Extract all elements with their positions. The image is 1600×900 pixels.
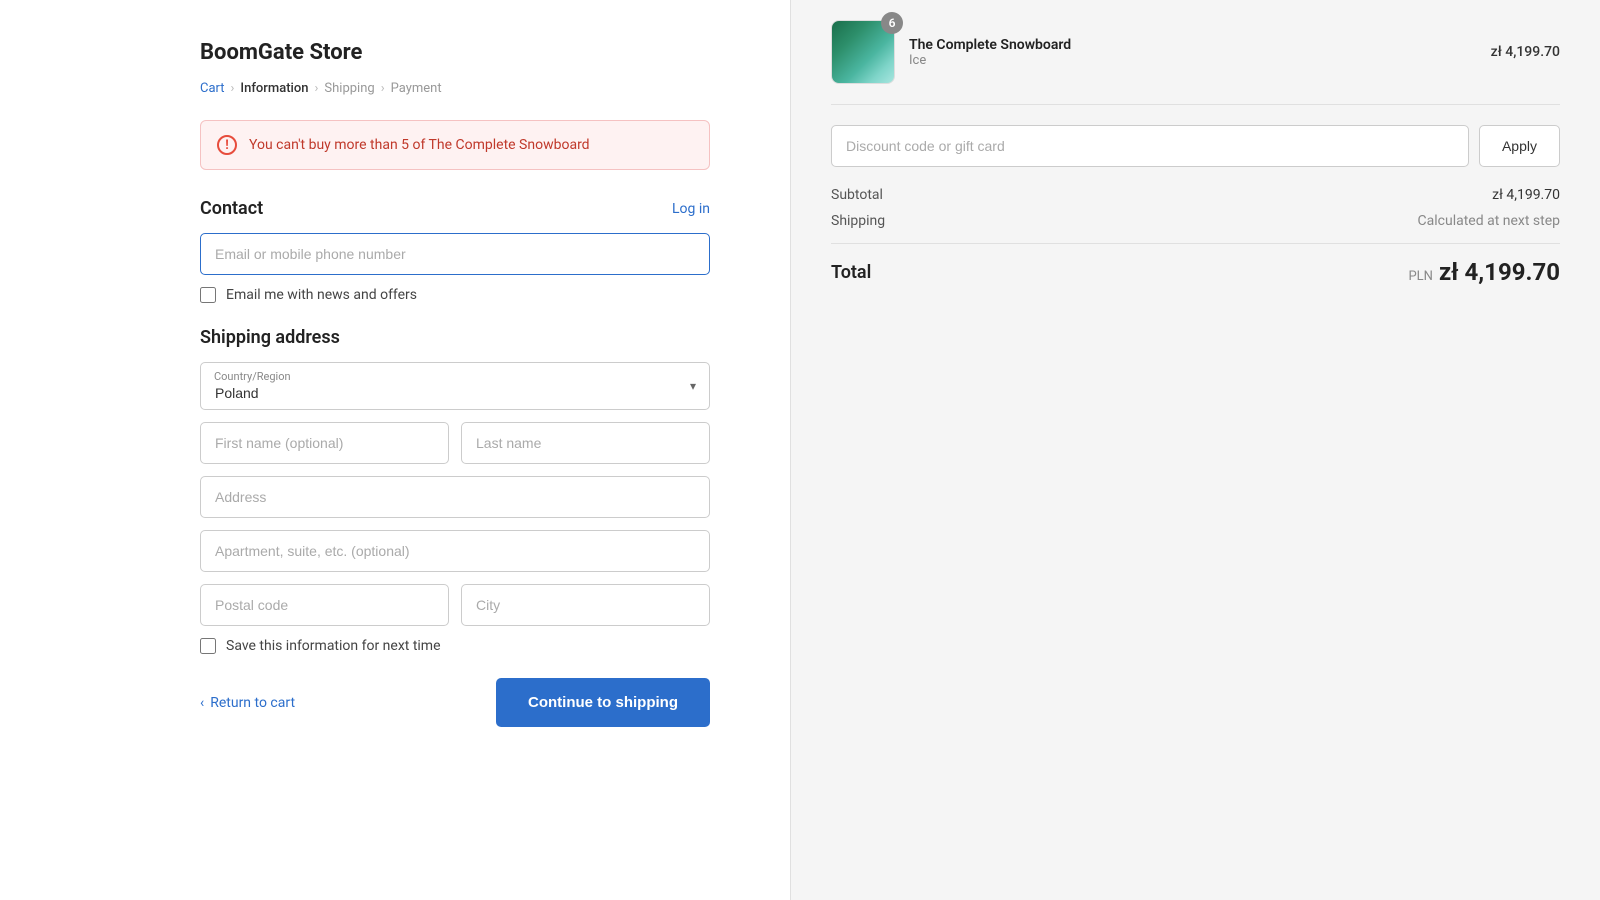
return-label: Return to cart (210, 695, 295, 711)
subtotal-label: Subtotal (831, 187, 883, 203)
total-amount: PLN zł 4,199.70 (1408, 258, 1560, 286)
checkout-form-panel: BoomGate Store Cart › Information › Ship… (0, 0, 790, 900)
breadcrumb-sep-1: › (231, 81, 235, 96)
return-to-cart-link[interactable]: ‹ Return to cart (200, 695, 295, 711)
shipping-title: Shipping address (200, 327, 710, 348)
breadcrumb-sep-3: › (381, 81, 385, 96)
newsletter-checkbox[interactable] (200, 287, 216, 303)
shipping-label: Shipping (831, 213, 885, 229)
breadcrumb-payment: Payment (391, 81, 442, 96)
shipping-row: Shipping Calculated at next step (831, 213, 1560, 229)
newsletter-row: Email me with news and offers (200, 287, 710, 303)
product-info: The Complete Snowboard Ice (909, 37, 1477, 68)
product-variant: Ice (909, 53, 1477, 68)
apartment-input[interactable] (200, 530, 710, 572)
breadcrumb-sep-2: › (315, 81, 319, 96)
continue-to-shipping-button[interactable]: Continue to shipping (496, 678, 710, 727)
total-value: zł 4,199.70 (1439, 258, 1560, 286)
log-in-link[interactable]: Log in (672, 201, 710, 217)
total-row: Total PLN zł 4,199.70 (831, 243, 1560, 286)
save-info-row: Save this information for next time (200, 638, 710, 654)
contact-title: Contact (200, 198, 263, 219)
total-currency: PLN (1408, 269, 1432, 284)
newsletter-label: Email me with news and offers (226, 287, 417, 303)
subtotal-value: zł 4,199.70 (1492, 187, 1560, 203)
city-input[interactable] (461, 584, 710, 626)
postal-code-input[interactable] (200, 584, 449, 626)
country-select-wrapper: Country/Region Poland ▾ (200, 362, 710, 410)
country-label: Country/Region (214, 370, 291, 383)
save-info-label: Save this information for next time (226, 638, 441, 654)
error-icon: ! (217, 135, 237, 155)
save-info-checkbox[interactable] (200, 638, 216, 654)
breadcrumb-cart[interactable]: Cart (200, 81, 225, 96)
product-quantity-badge: 6 (881, 12, 903, 34)
email-input[interactable] (200, 233, 710, 275)
product-image-wrapper: 6 (831, 20, 895, 84)
apply-discount-button[interactable]: Apply (1479, 125, 1560, 167)
product-row: 6 The Complete Snowboard Ice zł 4,199.70 (831, 20, 1560, 105)
actions-row: ‹ Return to cart Continue to shipping (200, 678, 710, 727)
breadcrumb: Cart › Information › Shipping › Payment (200, 81, 710, 96)
error-message: You can't buy more than 5 of The Complet… (249, 137, 590, 153)
shipping-value: Calculated at next step (1418, 213, 1560, 229)
chevron-left-icon: ‹ (200, 695, 204, 711)
total-label: Total (831, 262, 871, 283)
postal-city-row (200, 584, 710, 626)
name-row (200, 422, 710, 464)
order-summary-panel: 6 The Complete Snowboard Ice zł 4,199.70… (790, 0, 1600, 900)
address-input[interactable] (200, 476, 710, 518)
contact-section-header: Contact Log in (200, 198, 710, 219)
subtotal-row: Subtotal zł 4,199.70 (831, 187, 1560, 203)
error-banner: ! You can't buy more than 5 of The Compl… (200, 120, 710, 170)
product-price: zł 4,199.70 (1491, 44, 1560, 60)
store-name: BoomGate Store (200, 40, 710, 65)
breadcrumb-information: Information (240, 81, 308, 96)
first-name-input[interactable] (200, 422, 449, 464)
discount-row: Apply (831, 125, 1560, 167)
last-name-input[interactable] (461, 422, 710, 464)
product-name: The Complete Snowboard (909, 37, 1477, 53)
breadcrumb-shipping: Shipping (324, 81, 374, 96)
discount-input[interactable] (831, 125, 1469, 167)
